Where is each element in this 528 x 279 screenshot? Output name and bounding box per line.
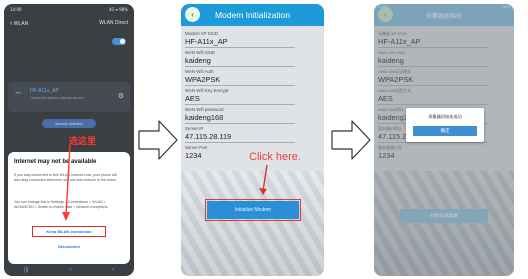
success-message: 采集器初始化成功	[428, 114, 462, 119]
home-icon[interactable]: ○	[69, 267, 73, 273]
field-label: Server IP	[185, 126, 204, 131]
gear-icon[interactable]: ⚙	[118, 92, 124, 100]
callout-arrow-icon	[62, 143, 71, 221]
success-dialog: 采集器初始化成功 确定	[406, 108, 484, 142]
field-input-server-ip[interactable]: 47.115.28.119	[185, 132, 295, 143]
wifi-icon	[14, 92, 22, 100]
tutorial-stage: 14:00 4G ▾ 98% ‹ WLAN WLAN Direct HF-A11…	[0, 0, 528, 279]
back-icon[interactable]: ‹	[185, 7, 200, 22]
keep-wlan-connection-button[interactable]: Keep WLAN connection	[32, 226, 106, 237]
solar-panel-background	[181, 171, 324, 276]
network-status: Connected without internet access	[30, 96, 84, 100]
back-icon[interactable]: ‹	[10, 20, 12, 27]
network-item[interactable]: HF-A11x_AP Connected without internet ac…	[8, 82, 130, 112]
config-fields: Modem AP SSID HF-A11x_AP WAN Wifi SSID k…	[185, 30, 295, 163]
initialize-modem-button[interactable]: Initialize Modem	[204, 198, 302, 222]
title-bar: ‹ Modem Initialization	[181, 4, 324, 26]
field-label: WAN Wifi Auth	[185, 69, 214, 74]
field-input-wan-password[interactable]: kaideng168	[185, 113, 295, 124]
wlan-direct-link[interactable]: WLAN Direct	[99, 20, 128, 26]
phone-modem-init-english: ‹ Modem Initialization Modem AP SSID HF-…	[181, 4, 324, 276]
wlan-title: WLAN	[13, 20, 29, 27]
field-label: WAN Wifi password	[185, 107, 224, 112]
nav-bar: ||| ○ ‹	[4, 264, 134, 276]
dialog-title: Internet may not be available	[14, 159, 97, 165]
wlan-header: ‹ WLAN WLAN Direct	[4, 16, 134, 30]
field-label: Server Port	[185, 145, 208, 150]
status-indicators: 4G ▾ 98%	[108, 7, 128, 12]
confirm-button[interactable]: 确定	[413, 126, 477, 136]
network-ssid: HF-A11x_AP	[30, 88, 59, 94]
page-title: Modem Initialization	[214, 10, 291, 20]
click-here-callout: Click here.	[249, 151, 301, 163]
field-input-wan-auth[interactable]: WPA2PSK	[185, 75, 295, 86]
security-detection-button[interactable]: Security detection	[42, 119, 96, 128]
disconnect-button[interactable]: Disconnect	[8, 244, 130, 249]
field-input-ap-ssid[interactable]: HF-A11x_AP	[185, 37, 295, 48]
recent-apps-icon[interactable]: |||	[24, 267, 29, 273]
status-bar: 14:00 4G ▾ 98%	[4, 4, 134, 16]
field-label: WAN Wifi Key Encrypt	[185, 88, 229, 93]
field-input-wan-ssid[interactable]: kaideng	[185, 56, 295, 67]
next-step-arrow-icon	[138, 120, 178, 160]
field-label: Modem AP SSID	[185, 31, 218, 36]
click-here-arrow-icon	[259, 164, 268, 195]
back-nav-icon[interactable]: ‹	[112, 267, 114, 273]
next-step-arrow-icon	[331, 120, 371, 160]
wlan-toggle[interactable]	[112, 38, 126, 45]
phone-modem-init-chinese: 14:00 98% ‹ 采集器初始化 采集器 AP SSID HF-A11x_A…	[374, 4, 514, 276]
field-input-key-encrypt[interactable]: AES	[185, 94, 295, 105]
field-label: WAN Wifi SSID	[185, 50, 216, 55]
status-time: 14:00	[10, 7, 22, 12]
phone-wlan-settings: 14:00 4G ▾ 98% ‹ WLAN WLAN Direct HF-A11…	[4, 4, 134, 276]
